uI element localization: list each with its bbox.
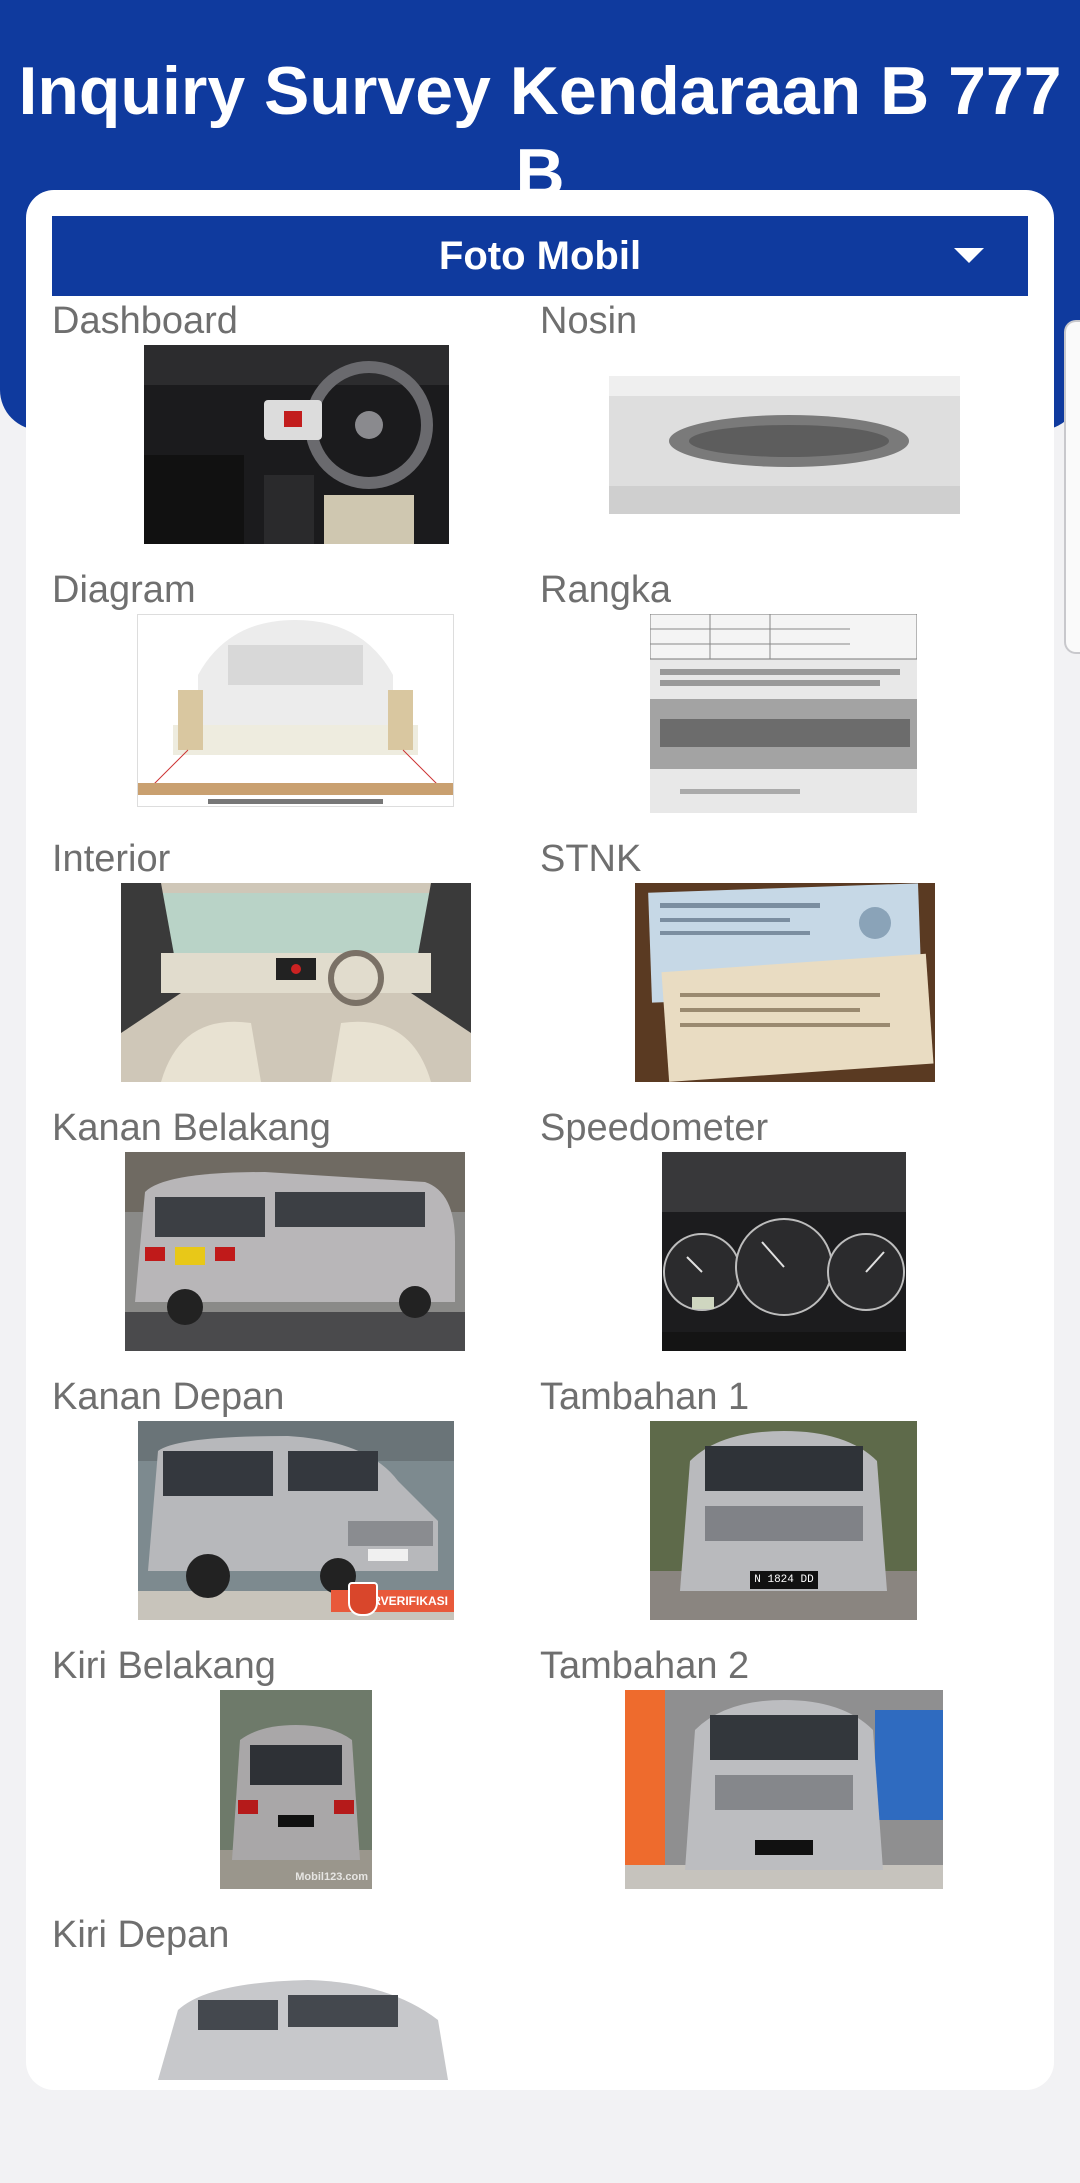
shield-check-icon [348, 1582, 378, 1616]
kanan-belakang-photo[interactable] [125, 1152, 465, 1351]
photo-label: Kiri Depan [52, 1914, 230, 1956]
photo-label: Tambahan 1 [540, 1376, 750, 1418]
photo-label: Nosin [540, 300, 638, 342]
photo-label: Kiri Belakang [52, 1645, 276, 1687]
photo-item-tambahan-1: Tambahan 1 N 1824 DD [540, 1376, 1028, 1645]
stnk-photo[interactable] [635, 883, 935, 1082]
dropdown-label: Foto Mobil [438, 233, 642, 278]
photo-item-tambahan-2: Tambahan 2 [540, 1645, 1028, 1914]
kiri-depan-photo[interactable] [138, 1970, 456, 2080]
photo-label: Interior [52, 838, 171, 880]
kanan-depan-photo[interactable]: TERVERIFIKASI [138, 1421, 454, 1620]
interior-photo[interactable] [121, 883, 471, 1082]
foto-mobil-dropdown[interactable]: Foto Mobil [52, 216, 1028, 296]
photo-item-dashboard: Dashboard [52, 300, 540, 569]
photo-label: Rangka [540, 569, 671, 611]
diagram-photo[interactable] [137, 614, 454, 807]
photo-item-interior: Interior [52, 838, 540, 1107]
photo-item-kanan-belakang: Kanan Belakang [52, 1107, 540, 1376]
photo-label: STNK [540, 838, 642, 880]
watermark: Mobil123.com [295, 1871, 368, 1883]
scrollbar[interactable] [1064, 320, 1080, 654]
photo-label: Kanan Depan [52, 1376, 285, 1418]
photo-item-diagram: Diagram [52, 569, 540, 838]
page-title: Inquiry Survey Kendaraan B 777 B [18, 53, 1062, 200]
photo-label: Diagram [52, 569, 196, 611]
photo-label: Kanan Belakang [52, 1107, 331, 1149]
kiri-belakang-photo[interactable]: Mobil123.com [220, 1690, 372, 1889]
speedometer-photo[interactable] [662, 1152, 906, 1351]
tambahan-2-photo[interactable] [625, 1690, 943, 1889]
photo-label: Dashboard [52, 300, 238, 342]
photo-item-stnk: STNK [540, 838, 1028, 1107]
photo-item-kiri-belakang: Kiri Belakang Mobil123.com [52, 1645, 540, 1914]
tambahan-1-photo[interactable]: N 1824 DD [650, 1421, 917, 1620]
photo-label: Tambahan 2 [540, 1645, 750, 1687]
photo-item-rangka: Rangka [540, 569, 1028, 838]
license-plate: N 1824 DD [754, 1574, 814, 1586]
photo-item-kanan-depan: Kanan Depan TERVERIFIKASI [52, 1376, 540, 1645]
chevron-down-icon [954, 248, 984, 263]
rangka-photo[interactable] [650, 614, 917, 813]
photo-item-speedometer: Speedometer [540, 1107, 1028, 1376]
photo-label: Speedometer [540, 1107, 769, 1149]
photo-item-kiri-depan: Kiri Depan [52, 1914, 540, 2183]
nosin-photo[interactable] [609, 376, 960, 514]
dashboard-photo[interactable] [144, 345, 449, 544]
photo-item-nosin: Nosin [540, 300, 1028, 569]
photo-card: Foto Mobil Dashboard Nosin Diagram Rangk… [26, 190, 1054, 2090]
